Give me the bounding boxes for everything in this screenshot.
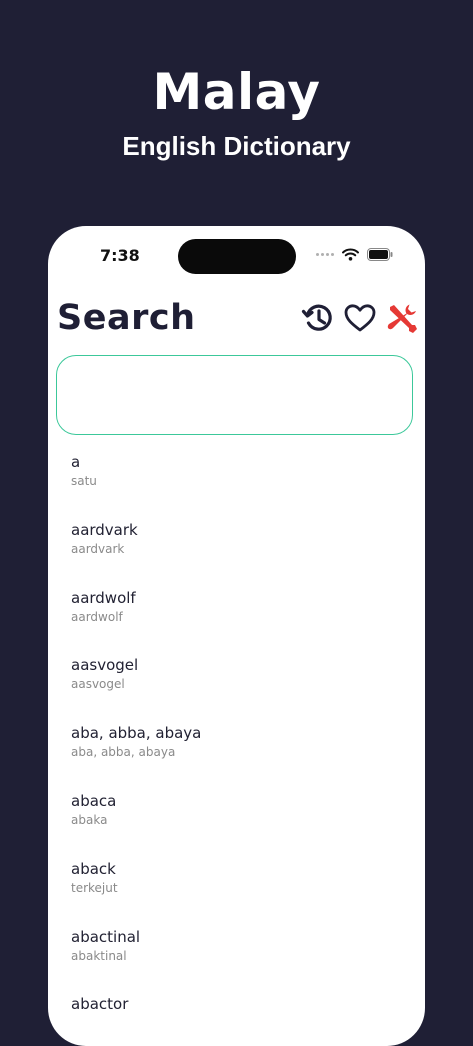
word-term: a: [71, 453, 81, 471]
promo-title: Malay: [152, 63, 321, 121]
word-translation: aardwolf: [71, 609, 123, 624]
word-translation: aba, abba, abaya: [71, 745, 176, 760]
word-translation: terkejut: [71, 880, 118, 895]
word-term: aasvogel: [71, 656, 139, 675]
word-list-item[interactable]: aardvark aardvark: [71, 520, 411, 588]
signal-icon: [316, 253, 334, 256]
word-list-item[interactable]: abaca abaka: [71, 791, 411, 859]
promo-subtitle: English Dictionary: [122, 131, 351, 161]
word-term: aback: [71, 859, 116, 878]
wifi-icon: [342, 248, 359, 261]
word-list-item[interactable]: aardwolf aardwolf: [71, 588, 411, 656]
favorites-button[interactable]: [343, 301, 377, 335]
header-actions: [301, 301, 419, 335]
word-term: aardvark: [71, 520, 138, 539]
word-list-item[interactable]: aasvogel aasvogel: [71, 655, 411, 723]
word-translation: abaktinal: [71, 948, 127, 963]
word-list-item[interactable]: a satu: [71, 452, 411, 520]
status-icons: [316, 248, 393, 261]
history-button[interactable]: [301, 301, 335, 335]
status-time: 7:38: [100, 246, 140, 265]
search-input[interactable]: [57, 356, 412, 434]
page-title: Search: [57, 298, 196, 338]
settings-button[interactable]: [385, 301, 419, 335]
word-translation: abaka: [71, 812, 108, 827]
battery-icon: [367, 248, 393, 261]
dynamic-island: [178, 239, 296, 274]
word-list-item[interactable]: aback terkejut: [71, 859, 411, 927]
word-term: abactor: [71, 995, 129, 1014]
word-translation: satu: [71, 474, 97, 488]
heart-icon: [344, 304, 376, 332]
history-icon: [301, 304, 332, 331]
word-term: abaca: [71, 791, 117, 810]
tools-icon: [387, 304, 417, 333]
word-translation: aasvogel: [71, 677, 125, 692]
phone-frame: 7:38 Search a satu aardvark aardvark aar…: [48, 226, 425, 1046]
word-term: abactinal: [71, 927, 141, 946]
word-list: a satu aardvark aardvark aardwolf aardwolf aas…: [71, 452, 411, 1046]
word-list-item[interactable]: abactinal abaktinal: [71, 927, 411, 995]
search-box[interactable]: [56, 355, 413, 435]
word-list-item[interactable]: aba, abba, abaya aba, abba, abaya: [71, 723, 411, 791]
word-list-item[interactable]: abactor: [71, 994, 411, 1046]
word-term: aba, abba, abaya: [71, 724, 202, 743]
word-term: aardwolf: [71, 588, 136, 607]
word-translation: aardvark: [71, 541, 125, 556]
